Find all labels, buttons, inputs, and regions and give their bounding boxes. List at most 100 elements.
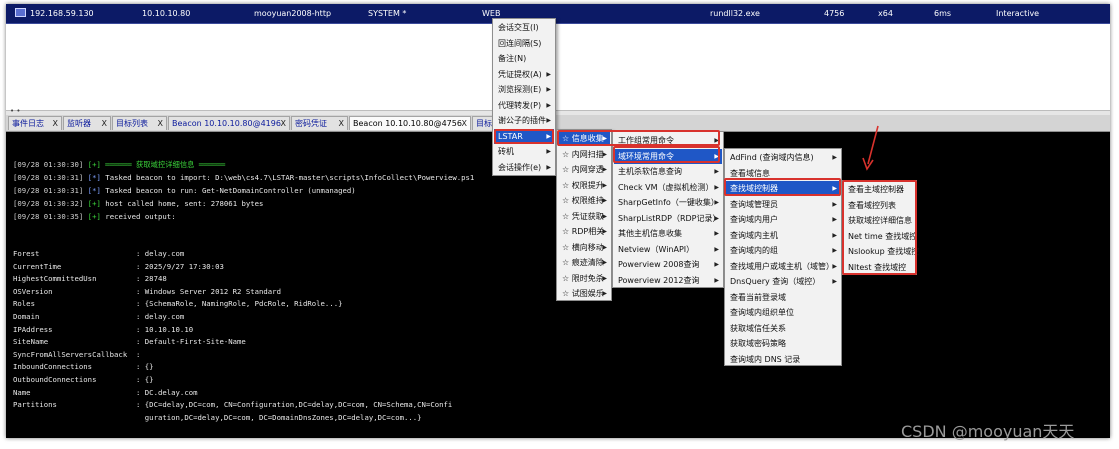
menu-item-label: 查询域管理员 (730, 199, 778, 209)
domain-menu-item[interactable]: 查找域用户或域主机（域管） ▶ (726, 259, 840, 274)
domain-menu-item[interactable]: 查看当前登录域 (726, 290, 840, 305)
lstar-menu-item[interactable]: ☆ 凭证获取 ▶ (558, 209, 610, 224)
tab-close-icon[interactable]: X (158, 117, 163, 130)
lstar-menu-item[interactable]: ☆ 权限维持 ▶ (558, 193, 610, 208)
tab-event-log[interactable]: 事件日志 X (8, 116, 62, 130)
info-menu-item[interactable]: 工作组常用命令 ▶ (614, 133, 722, 148)
main-menu-item[interactable]: 砖机 ▶ (494, 144, 554, 159)
computer-icon (15, 8, 26, 17)
lstar-menu-item[interactable]: ☆ 内网穿透 ▶ (558, 162, 610, 177)
domain-menu-item[interactable]: 获取域信任关系 (726, 321, 840, 336)
main-menu-item[interactable]: 会话交互(I) (494, 20, 554, 35)
tab-close-icon[interactable]: X (281, 117, 286, 130)
menu-item-label: Netview（WinAPI） (618, 244, 695, 254)
info-menu-item[interactable]: SharpListRDP（RDP记录） ▶ (614, 211, 722, 226)
submenu-arrow-icon: ▶ (832, 154, 837, 161)
tab-beacon-4196[interactable]: Beacon 10.10.10.80@4196 X (168, 116, 290, 130)
lstar-menu-item[interactable]: ☆ 试图娱乐 ▶ (558, 286, 610, 301)
domain-menu-item[interactable]: 查询域内的组 ▶ (726, 243, 840, 258)
domain-menu-item[interactable]: 查看域信息 (726, 166, 840, 181)
tab-targets[interactable]: 目标列表 X (112, 116, 167, 130)
splitter-handle[interactable]: • • (10, 107, 20, 115)
menu-item-label: 查找域用户或域主机（域管） (730, 261, 834, 271)
domain-menu-item[interactable]: 查询域内组织单位 (726, 305, 840, 320)
tab-close-icon[interactable]: X (462, 117, 467, 130)
menu-item-label: DnsQuery 查询（域控） (730, 277, 821, 286)
session-row[interactable]: 192.168.59.130 10.10.10.80 mooyuan2008-h… (6, 4, 1110, 24)
dc-menu-item[interactable]: Nslookup 查找域控 (844, 244, 919, 259)
domain-menu-item[interactable]: 查询域内 DNS 记录 (726, 352, 840, 367)
tab-close-icon[interactable]: X (102, 117, 107, 130)
lstar-menu-item[interactable]: ☆ RDP相关 ▶ (558, 224, 610, 239)
menu-item-label: 谢公子的插件 (498, 116, 546, 125)
info-menu-item[interactable]: Check VM（虚拟机检测） ▶ (614, 180, 722, 195)
main-menu-item[interactable]: LSTAR ▶ (494, 128, 554, 144)
lstar-menu-item[interactable]: ☆ 限时免杀 ▶ (558, 271, 610, 286)
domain-menu-item[interactable]: 获取域密码策略 (726, 336, 840, 351)
output-key: InboundConnections (13, 362, 93, 372)
info-menu-item[interactable]: SharpGetInfo（一键收集） ▶ (614, 195, 722, 210)
submenu-arrow-icon: ▶ (546, 70, 551, 78)
menu-item-label: 查询域内用户 (730, 215, 778, 224)
main-menu-item[interactable]: 代理转发(P) ▶ (494, 98, 554, 113)
domain-menu-item[interactable]: 查询域管理员 ▶ (726, 197, 840, 212)
session-arch: x64 (878, 9, 893, 18)
main-menu-item[interactable]: 会话操作(e) ▶ (494, 160, 554, 175)
session-process: rundll32.exe (710, 9, 760, 18)
info-menu-item[interactable]: 域环境常用命令 ▶ (614, 148, 722, 164)
submenu-arrow-icon: ▶ (602, 197, 607, 204)
session-last: 6ms (934, 9, 952, 18)
output-value: : 10.10.10.10 (136, 324, 194, 334)
domain-menu-item[interactable]: AdFind (查询域内信息) ▶ (726, 150, 840, 165)
submenu-arrow-icon: ▶ (714, 261, 719, 268)
dc-menu-item[interactable]: 查看域控列表 (844, 198, 915, 213)
menu-item-label: 砖机 (498, 147, 514, 156)
tab-close-icon[interactable]: X (339, 117, 344, 130)
submenu-arrow-icon: ▶ (546, 163, 551, 171)
lstar-menu-item[interactable]: ☆ 内网扫描 ▶ (558, 147, 610, 162)
domain-menu-item[interactable]: 查询域内主机 ▶ (726, 228, 840, 243)
main-menu-item[interactable]: 凭证提权(A) ▶ (494, 67, 554, 82)
session-note: Interactive (996, 9, 1040, 18)
info-menu-item[interactable]: Netview（WinAPI） ▶ (614, 242, 722, 257)
tab-close-icon[interactable]: X (53, 117, 58, 130)
main-menu-item[interactable]: 回连间隔(S) (494, 36, 554, 51)
menu-item-label: LSTAR (498, 131, 523, 141)
main-menu-item[interactable]: 谢公子的插件 ▶ (494, 113, 554, 128)
info-menu-item[interactable]: Powerview 2008查询 ▶ (614, 257, 722, 272)
lstar-menu-item[interactable]: ☆ 信息收集 ▶ (558, 131, 610, 146)
submenu-arrow-icon: ▶ (602, 290, 607, 297)
submenu-arrow-icon: ▶ (546, 117, 551, 124)
info-menu-item[interactable]: 主机杀软信息查询 ▶ (614, 164, 722, 179)
info-menu-item[interactable]: 其他主机信息收集 ▶ (614, 226, 722, 241)
menu-item-label: ☆ 横向移动 (562, 242, 604, 252)
domain-menu-item[interactable]: 查找域控制器 ▶ (726, 181, 840, 196)
output-key: Forest (13, 249, 40, 258)
dc-menu-item[interactable]: 查看主域控制器 (844, 182, 915, 197)
info-menu-item[interactable]: Powerview 2012查询 ▶ (614, 273, 722, 288)
tab-listeners[interactable]: 监听器 X (63, 116, 111, 130)
output-key: Roles (13, 299, 35, 309)
main-menu-item[interactable]: 备注(N) (494, 51, 554, 66)
dc-menu-item[interactable]: 获取域控详细信息 (844, 213, 915, 228)
lstar-menu-item[interactable]: ☆ 痕迹清除 ▶ (558, 255, 610, 270)
dc-menu-item[interactable]: Net time 查找域控 (844, 229, 917, 244)
lstar-menu-item[interactable]: ☆ 权限提升 ▶ (558, 178, 610, 193)
lstar-menu-item[interactable]: ☆ 横向移动 ▶ (558, 240, 610, 255)
domain-menu-item[interactable]: 查询域内用户 ▶ (726, 212, 840, 227)
submenu-arrow-icon: ▶ (714, 230, 719, 237)
tab-beacon-4756[interactable]: Beacon 10.10.10.80@4756 X (349, 116, 471, 130)
output-key: Domain (13, 312, 40, 321)
main-menu-item[interactable]: 浏览探测(E) ▶ (494, 82, 554, 97)
menu-item-label: ☆ 信息收集 (562, 134, 604, 143)
submenu-arrow-icon: ▶ (832, 231, 837, 239)
console-line: [09/28 01:30:35] [+] received output: (13, 212, 176, 221)
menu-item-label: Nslookup 查找域控 (848, 247, 920, 256)
menu-item-label: ☆ 权限维持 (562, 196, 604, 205)
session-list-area (6, 24, 1110, 110)
submenu-arrow-icon: ▶ (602, 274, 607, 282)
dc-menu-item[interactable]: Nltest 查找域控 (844, 260, 915, 275)
domain-menu-item[interactable]: DnsQuery 查询（域控） ▶ (726, 274, 840, 289)
menu-item-label: ☆ 凭证获取 (562, 211, 604, 221)
tab-credentials[interactable]: 密码凭证 X (291, 116, 348, 130)
